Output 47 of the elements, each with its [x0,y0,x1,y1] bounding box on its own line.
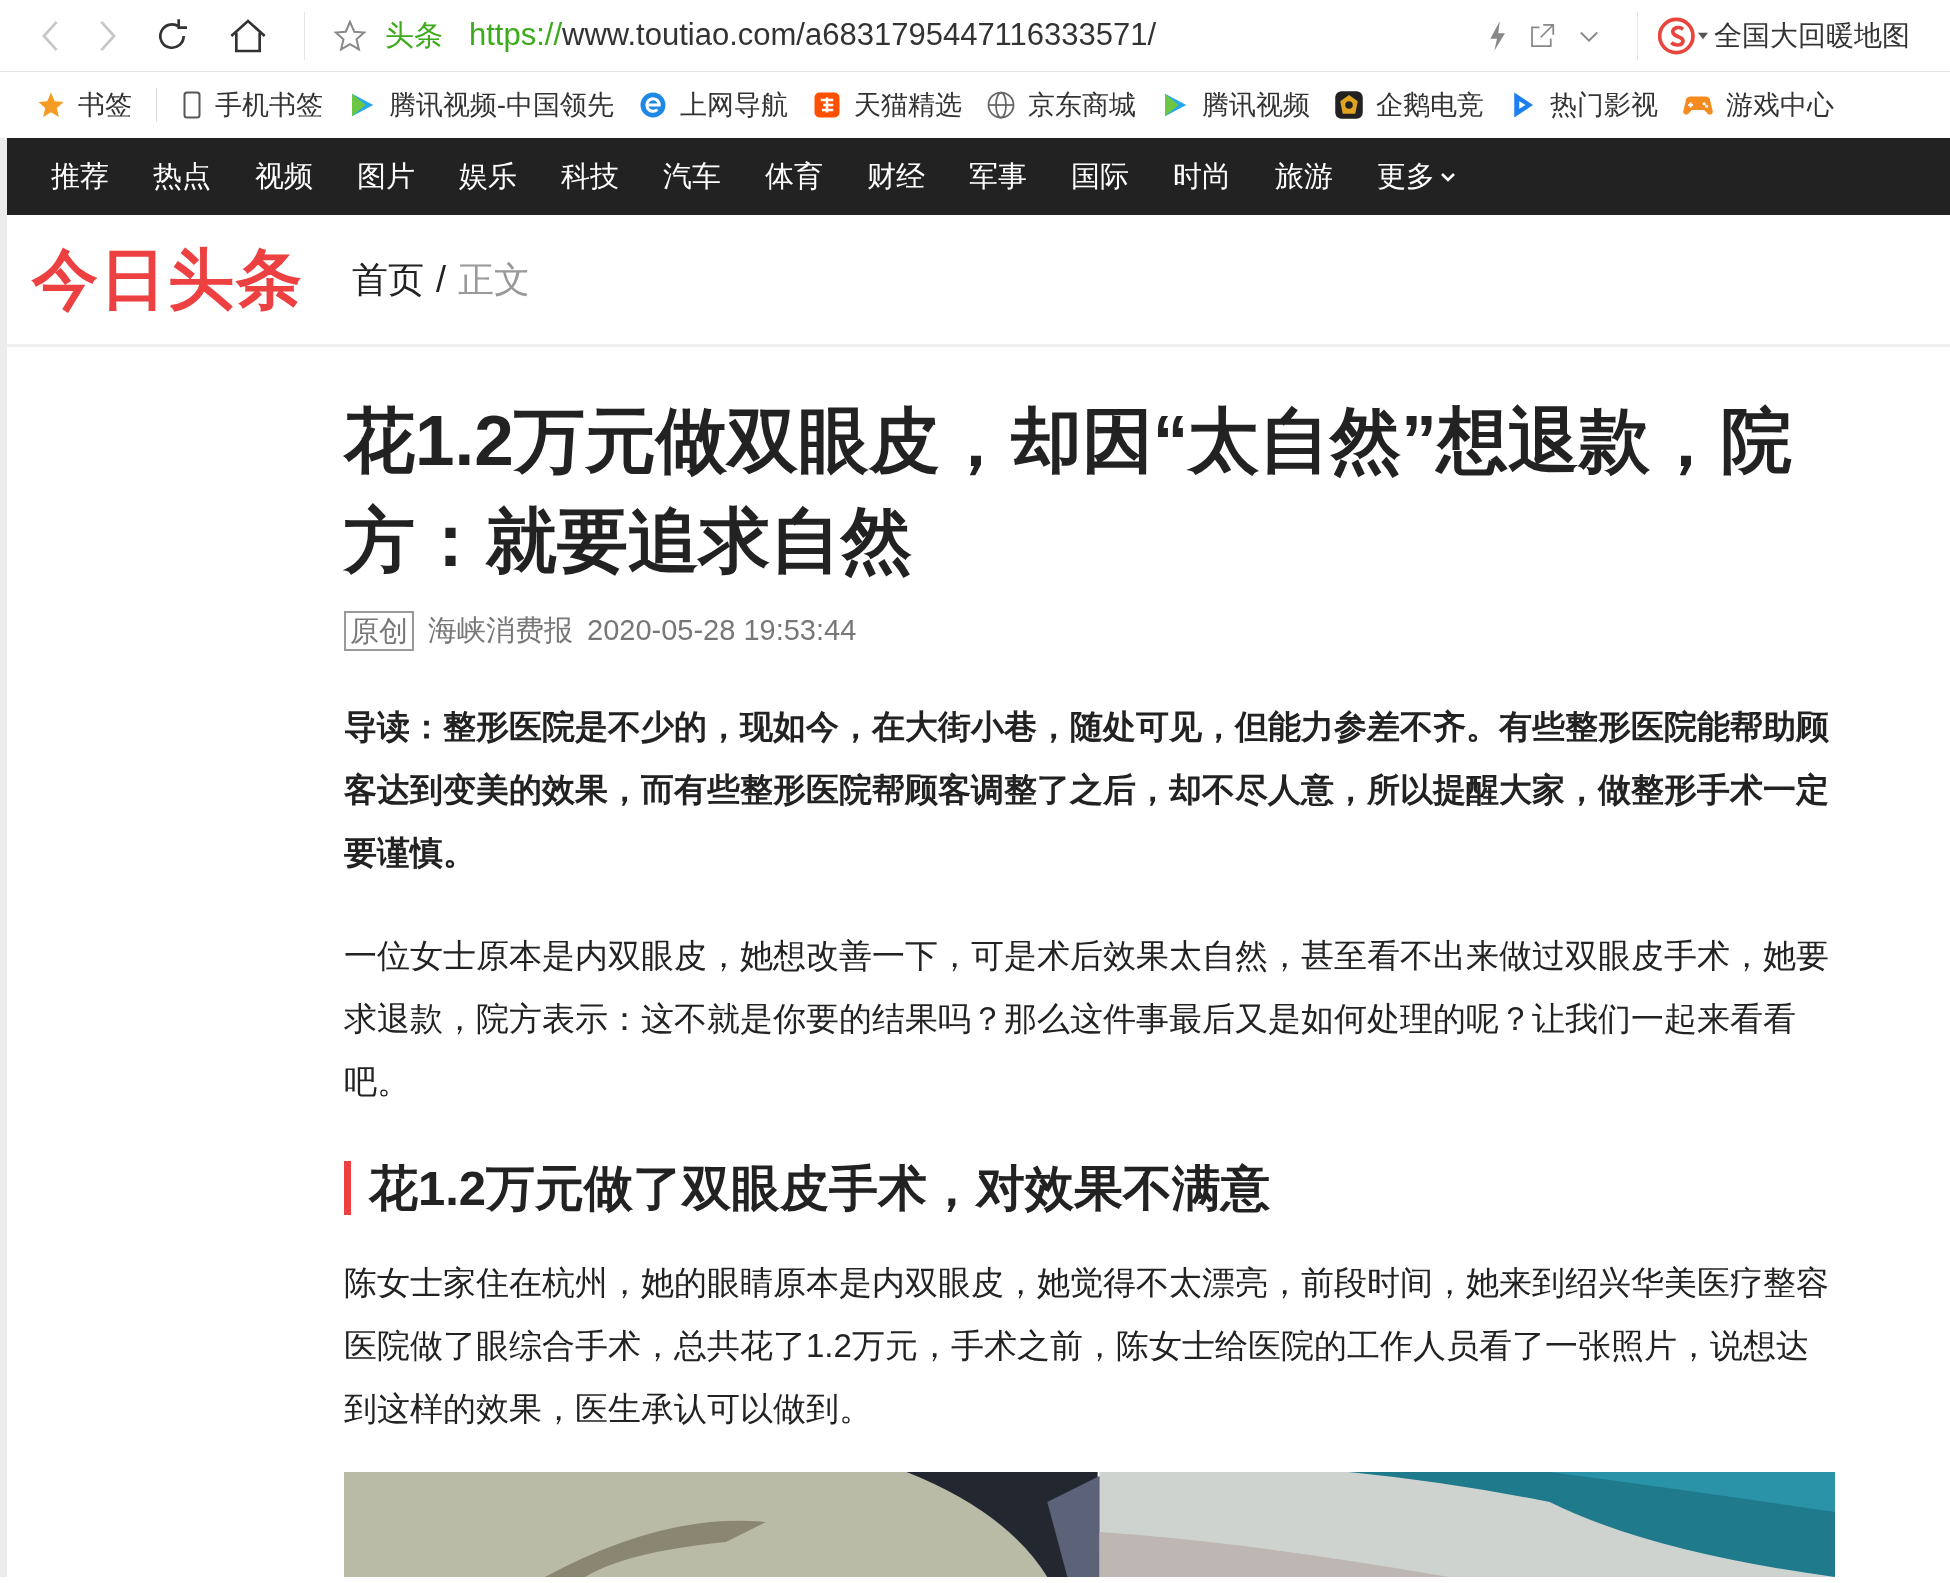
star-icon[interactable] [333,18,367,53]
body-paragraph: 一位女士原本是内双眼皮，她想改善一下，可是术后效果太自然，甚至看不出来做过双眼皮手术，她要求退款，院方表示：这不就是你要的结果吗？那么这件事最后又是如何处理的呢？让我们一起来看看吧。 [344,935,1830,1102]
channel-link[interactable]: 视频 [255,154,313,199]
bookmark-link[interactable]: 企鹅电竞 [1376,84,1484,126]
shop-icon [812,90,842,120]
site-logo[interactable]: 今日头条 [32,230,304,329]
breadcrumb-current: 正文 [458,257,530,302]
channel-link[interactable]: 国际 [1071,154,1129,199]
original-tag: 原创 [344,610,414,651]
bookmark-link[interactable]: 书签 [78,84,132,126]
phone-icon [181,90,203,120]
bookmark-link[interactable]: 上网导航 [680,84,788,126]
address-url[interactable]: https://www.toutiao.com/a6831795447116333571/ [469,12,1157,59]
bookmark-link[interactable]: 热门影视 [1550,84,1658,126]
section-heading: 花1.2万元做了双眼皮手术，对效果不满意 [369,1159,1271,1217]
bookmark-link[interactable]: 手机书签 [215,84,323,126]
bookmark-link[interactable]: 京东商城 [1028,84,1136,126]
emblem-icon [1334,90,1364,120]
bookmark-link[interactable]: 腾讯视频-中国领先 [389,84,614,126]
lead-paragraph: 导读：整形医院是不少的，现如今，在大街小巷，随处可见，但能力参差不齐。有些整形医院能帮助顾客达到变美的效果，而有些整形医院帮顾客调整了之后，却不尽人意，所以提醒大家，做整形手术一定要谨慎。 [344,706,1830,873]
channel-link[interactable]: 旅游 [1275,154,1333,199]
globe-icon [986,90,1016,120]
search-hint[interactable]: 全国大回暖地图 [1714,14,1910,57]
site-label: 头条 [385,17,443,53]
breadcrumb-separator: / [436,257,446,302]
bookmark-link[interactable]: 游戏中心 [1726,84,1834,126]
channel-link[interactable]: 时尚 [1173,154,1231,199]
article-title: 花1.2万元做双眼皮，却因“太自然”想退款，院方：就要追求自然 [344,400,1793,582]
bookmark-link[interactable]: 腾讯视频 [1202,84,1310,126]
channel-link[interactable]: 娱乐 [459,154,517,199]
channel-link[interactable]: 军事 [969,154,1027,199]
channel-link[interactable]: 财经 [867,154,925,199]
channel-link[interactable]: 热点 [153,154,211,199]
more-menu[interactable]: 更多 [1377,154,1457,199]
article-source: 海峡消费报 [428,613,573,648]
bookmark-link[interactable]: 天猫精选 [854,84,962,126]
channel-link[interactable]: 汽车 [663,154,721,199]
channel-link[interactable]: 科技 [561,154,619,199]
channel-link[interactable]: 图片 [357,154,415,199]
channel-link[interactable]: 推荐 [51,154,109,199]
body-paragraph: 陈女士家住在杭州，她的眼睛原本是内双眼皮，她觉得不太漂亮，前段时间，她来到绍兴华美医疗整容医院做了眼综合手术，总共花了1.2万元，手术之前，陈女士给医院的工作人员看了一张照片，说想达到这样的效果，医生承认可以做到。 [344,1262,1830,1429]
browser-e-icon [638,90,668,120]
publish-time: 2020-05-28 19:53:44 [587,613,857,648]
channel-link[interactable]: 体育 [765,154,823,199]
heading-accent-bar [344,1160,351,1215]
breadcrumb-home[interactable]: 首页 [352,252,424,307]
search-engine-icon[interactable] [1658,15,1708,56]
